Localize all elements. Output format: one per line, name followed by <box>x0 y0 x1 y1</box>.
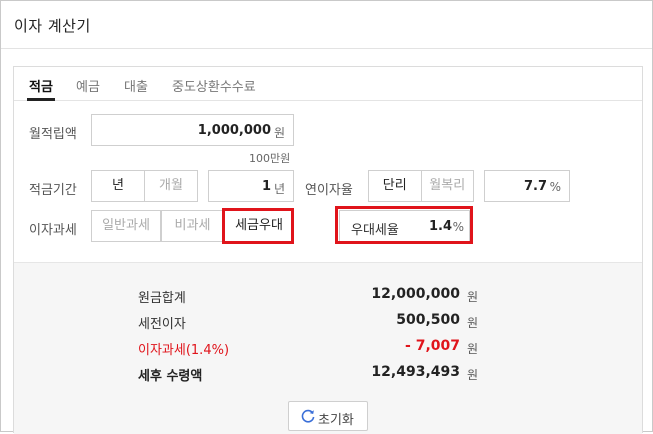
net-receipt-unit: 원 <box>467 368 479 382</box>
page-title: 이자 계산기 <box>14 17 91 35</box>
principal-total-value: 12,000,000 <box>371 286 460 302</box>
rate-input[interactable]: 7.7 % <box>484 170 570 202</box>
title-divider <box>1 48 652 49</box>
tab-savings[interactable]: 적금 <box>29 76 53 95</box>
tab-bar: 적금 예금 대출 중도상환수수료 <box>14 67 642 101</box>
period-option-year[interactable]: 년 <box>92 171 144 201</box>
reset-button[interactable]: 초기화 <box>288 401 368 431</box>
monthly-deposit-unit: 원 <box>273 126 285 140</box>
result-panel: 원금합계 12,000,000 원 세전이자 500,500 원 이자과세(1.… <box>14 262 642 434</box>
reset-button-label: 초기화 <box>318 413 354 428</box>
preferential-rate-highlight <box>335 206 473 244</box>
pretax-interest-label: 세전이자 <box>138 317 186 332</box>
monthly-deposit-label: 월적립액 <box>29 127 77 142</box>
interest-tax-label: 이자과세(1.4%) <box>138 343 230 358</box>
rate-value: 7.7 <box>523 179 547 194</box>
period-unit: 년 <box>273 182 285 196</box>
principal-total-label: 원금합계 <box>138 291 186 306</box>
rate-unit: % <box>549 180 561 194</box>
tax-option-exempt[interactable]: 비과세 <box>161 210 224 242</box>
tax-option-general[interactable]: 일반과세 <box>91 210 161 242</box>
rate-type-toggle: 단리 월복리 <box>368 170 474 202</box>
tax-preferential-highlight <box>222 208 294 244</box>
period-value: 1 <box>261 179 271 194</box>
tab-loan[interactable]: 대출 <box>124 76 148 95</box>
calculator-panel: 적금 예금 대출 중도상환수수료 월적립액 1,000,000 원 100만원 … <box>13 66 643 434</box>
tax-label: 이자과세 <box>29 223 77 238</box>
active-tab-indicator <box>27 98 55 101</box>
interest-tax-value: - 7,007 <box>405 338 460 354</box>
period-label: 적금기간 <box>29 183 77 198</box>
refresh-icon <box>301 409 315 423</box>
net-receipt-value: 12,493,493 <box>371 364 460 380</box>
monthly-deposit-value: 1,000,000 <box>197 123 271 138</box>
period-unit-toggle: 년 개월 <box>91 170 198 202</box>
net-receipt-label: 세후 수령액 <box>138 369 203 384</box>
monthly-deposit-hint: 100만원 <box>249 152 291 165</box>
pretax-interest-value: 500,500 <box>396 312 460 328</box>
rate-label: 연이자율 <box>305 183 353 198</box>
monthly-deposit-input[interactable]: 1,000,000 원 <box>91 114 294 146</box>
interest-tax-unit: 원 <box>467 342 479 356</box>
rate-option-monthly-compound[interactable]: 월복리 <box>420 171 474 201</box>
period-input[interactable]: 1 년 <box>208 170 294 202</box>
tab-deposit[interactable]: 예금 <box>76 76 100 95</box>
tab-prepayment-fee[interactable]: 중도상환수수료 <box>172 76 256 95</box>
calculator-window: 이자 계산기 적금 예금 대출 중도상환수수료 월적립액 1,000,000 원… <box>0 0 653 434</box>
rate-option-simple[interactable]: 단리 <box>369 171 421 201</box>
period-option-month[interactable]: 개월 <box>144 171 197 201</box>
pretax-interest-unit: 원 <box>467 316 479 330</box>
principal-total-unit: 원 <box>467 290 479 304</box>
